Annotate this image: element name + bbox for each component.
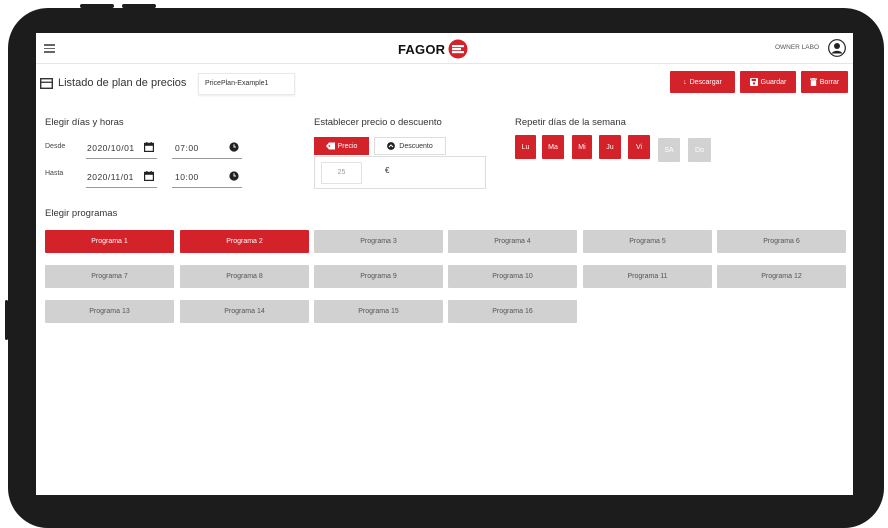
to-date-field[interactable]: 2020/11/01	[87, 172, 134, 182]
user-avatar-icon[interactable]	[828, 39, 846, 57]
side-button	[5, 300, 8, 340]
price-title: Establecer precio o descuento	[314, 117, 442, 128]
to-date-underline	[86, 187, 157, 188]
list-icon	[40, 78, 53, 89]
fagor-logo-icon	[448, 39, 468, 59]
program-button-9[interactable]: Programa 9	[314, 265, 443, 288]
from-date-field[interactable]: 2020/10/01	[87, 143, 135, 153]
discount-mode-label: Descuento	[399, 142, 433, 150]
program-button-6[interactable]: Programa 6	[717, 230, 846, 253]
price-mode-button[interactable]: Precio	[314, 137, 369, 155]
program-button-13[interactable]: Programa 13	[45, 300, 174, 323]
app-screen: FAGOR OWNER LABO Listado de plan de prec…	[36, 33, 853, 495]
delete-label: Borrar	[819, 78, 840, 86]
day-toggle-mi[interactable]: Mi	[572, 135, 592, 159]
program-button-3[interactable]: Programa 3	[314, 230, 443, 253]
download-label: Descargar	[689, 78, 722, 86]
to-time-underline	[172, 187, 242, 188]
day-toggle-ma[interactable]: Ma	[542, 135, 564, 159]
owner-name: OWNER LABO	[774, 44, 819, 51]
delete-button[interactable]: Borrar	[801, 71, 848, 93]
program-button-5[interactable]: Programa 5	[583, 230, 712, 253]
from-date-underline	[86, 158, 157, 159]
arrow-down-icon: ↓	[683, 78, 687, 86]
program-button-4[interactable]: Programa 4	[448, 230, 577, 253]
day-toggle-lu[interactable]: Lu	[515, 135, 536, 159]
to-time-field[interactable]: 10:00	[175, 172, 199, 182]
from-time-field[interactable]: 07:00	[175, 143, 199, 153]
header-row: Listado de plan de precios PricePlan-Exa…	[36, 71, 853, 97]
floppy-disk-icon	[749, 78, 758, 86]
volume-button	[80, 4, 114, 8]
program-button-8[interactable]: Programa 8	[180, 265, 309, 288]
program-button-12[interactable]: Programa 12	[717, 265, 846, 288]
program-button-15[interactable]: Programa 15	[314, 300, 443, 323]
program-button-16[interactable]: Programa 16	[448, 300, 577, 323]
page-title: Listado de plan de precios	[58, 77, 187, 89]
program-button-10[interactable]: Programa 10	[448, 265, 577, 288]
program-button-11[interactable]: Programa 11	[583, 265, 712, 288]
top-bar: FAGOR OWNER LABO	[36, 33, 853, 64]
download-button[interactable]: ↓ Descargar	[670, 71, 735, 93]
from-label: Desde	[45, 143, 66, 150]
save-label: Guardar	[760, 78, 787, 86]
program-button-14[interactable]: Programa 14	[180, 300, 309, 323]
trash-icon	[809, 78, 817, 86]
day-toggle-ju[interactable]: Ju	[599, 135, 621, 159]
brand-name: FAGOR	[398, 41, 446, 57]
currency-symbol: €	[385, 166, 390, 175]
discount-mode-button[interactable]: Descuento	[374, 137, 446, 155]
program-button-7[interactable]: Programa 7	[45, 265, 174, 288]
day-toggle-sa[interactable]: SA	[658, 138, 680, 162]
price-input[interactable]: 25	[321, 162, 362, 184]
to-label: Hasta	[45, 170, 64, 177]
price-box: 25 €	[314, 156, 486, 189]
day-toggle-vi[interactable]: Vi	[628, 135, 650, 159]
calendar-icon[interactable]	[144, 142, 154, 152]
schedule-title: Elegir días y horas	[45, 117, 124, 128]
volume-button	[122, 4, 156, 8]
tag-icon	[325, 142, 335, 150]
program-button-2[interactable]: Programa 2	[180, 230, 309, 253]
calendar-icon[interactable]	[144, 171, 154, 181]
from-time-underline	[172, 158, 242, 159]
clock-icon[interactable]	[229, 171, 239, 181]
price-mode-label: Precio	[337, 142, 358, 150]
menu-icon[interactable]	[44, 44, 55, 53]
clock-icon[interactable]	[229, 142, 239, 152]
chevron-up-circle-icon	[387, 142, 396, 150]
brand-logo: FAGOR	[398, 39, 468, 59]
day-toggle-do[interactable]: Do	[688, 138, 711, 162]
program-button-1[interactable]: Programa 1	[45, 230, 174, 253]
save-button[interactable]: Guardar	[740, 71, 796, 93]
days-title: Repetir días de la semana	[515, 117, 626, 128]
programs-title: Elegir programas	[45, 208, 118, 219]
plan-name-tab[interactable]: PricePlan-Example1	[198, 73, 295, 95]
